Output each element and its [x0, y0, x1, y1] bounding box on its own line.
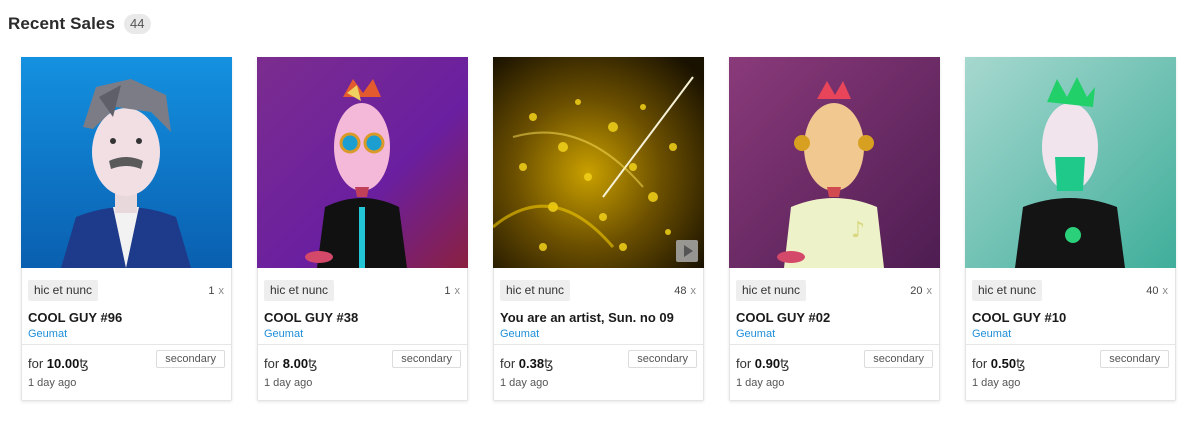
creator-link[interactable]: Geumat: [972, 328, 1169, 340]
sale-type-badge: secondary: [392, 350, 461, 368]
divider: [494, 344, 703, 345]
sales-card-list: hic et nunc 1x COOL GUY #96 Geumat secon…: [21, 57, 1176, 401]
edition-count: 1x: [444, 284, 460, 297]
edition-count: 20 x: [910, 284, 932, 297]
sale-type-badge: secondary: [1100, 350, 1169, 368]
artwork-title[interactable]: COOL GUY #38: [264, 310, 461, 325]
svg-text:♪: ♪: [851, 218, 865, 243]
sale-type-badge: secondary: [156, 350, 225, 368]
sale-card[interactable]: hic et nunc 40 x COOL GUY #10 Geumat seco…: [965, 57, 1176, 401]
divider: [258, 344, 467, 345]
sale-card[interactable]: ♪ hic et nunc 20 x COOL GUY #02 Geumat se…: [729, 57, 940, 401]
section-header: Recent Sales 44: [8, 14, 151, 34]
sale-card[interactable]: hic et nunc 1x COOL GUY #96 Geumat secon…: [21, 57, 232, 401]
artwork-title[interactable]: You are an artist, Sun. no 09: [500, 310, 697, 325]
platform-tag[interactable]: hic et nunc: [28, 280, 99, 301]
platform-tag[interactable]: hic et nunc: [736, 280, 807, 301]
creator-link[interactable]: Geumat: [28, 328, 225, 340]
play-button[interactable]: [676, 240, 698, 262]
play-icon: [683, 245, 693, 257]
sale-time: 1 day ago: [28, 377, 77, 389]
sale-type-badge: secondary: [864, 350, 933, 368]
platform-tag[interactable]: hic et nunc: [264, 280, 335, 301]
divider: [966, 344, 1175, 345]
sale-card[interactable]: hic et nunc 48 x You are an artist, Sun. …: [493, 57, 704, 401]
artwork-thumbnail[interactable]: [493, 57, 704, 268]
edition-count: 1x: [208, 284, 224, 297]
sale-type-badge: secondary: [628, 350, 697, 368]
section-title: Recent Sales: [8, 14, 116, 33]
sale-card[interactable]: hic et nunc 1x COOL GUY #38 Geumat secon…: [257, 57, 468, 401]
sale-time: 1 day ago: [500, 377, 549, 389]
artwork-thumbnail[interactable]: [257, 57, 468, 268]
creator-link[interactable]: Geumat: [500, 328, 697, 340]
artwork-title[interactable]: COOL GUY #10: [972, 310, 1169, 325]
artwork-thumbnail[interactable]: [21, 57, 232, 268]
artwork-title[interactable]: COOL GUY #02: [736, 310, 933, 325]
count-badge: 44: [124, 14, 151, 34]
divider: [730, 344, 939, 345]
edition-count: 40 x: [1146, 284, 1168, 297]
sale-time: 1 day ago: [264, 377, 313, 389]
sale-time: 1 day ago: [972, 377, 1021, 389]
platform-tag[interactable]: hic et nunc: [972, 280, 1043, 301]
artwork-title[interactable]: COOL GUY #96: [28, 310, 225, 325]
platform-tag[interactable]: hic et nunc: [500, 280, 571, 301]
sale-time: 1 day ago: [736, 377, 785, 389]
creator-link[interactable]: Geumat: [264, 328, 461, 340]
artwork-thumbnail[interactable]: [965, 57, 1176, 268]
creator-link[interactable]: Geumat: [736, 328, 933, 340]
divider: [22, 344, 231, 345]
artwork-thumbnail[interactable]: ♪: [729, 57, 940, 268]
edition-count: 48 x: [674, 284, 696, 297]
